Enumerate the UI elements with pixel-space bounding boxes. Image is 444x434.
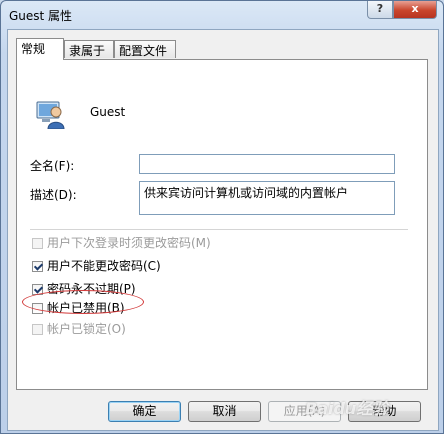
user-icon — [36, 101, 65, 129]
close-icon: x — [411, 2, 419, 15]
help-title-button[interactable]: ? — [367, 1, 393, 19]
tab-profile[interactable]: 配置文件 — [114, 40, 176, 58]
dialog-client-area: 常规 隶属于 配置文件 Guest 全名(F): 描述(D): 供来宾访问计算机… — [7, 29, 439, 431]
checkbox-label: 用户下次登录时须更改密码(M) — [47, 236, 211, 250]
checkbox-box[interactable] — [32, 324, 43, 335]
checkbox-label: 密码永不过期(P) — [47, 282, 136, 296]
checkbox-cannot-change-password[interactable]: 用户不能更改密码(C) — [32, 257, 161, 273]
checkbox-must-change-password[interactable]: 用户下次登录时须更改密码(M) — [32, 234, 211, 250]
ok-button[interactable]: 确定 — [108, 401, 181, 422]
cancel-button[interactable]: 取消 — [188, 401, 261, 422]
description-field[interactable]: 供来宾访问计算机或访问域的内置帐户 — [139, 181, 395, 215]
checkbox-account-disabled[interactable]: 帐户已禁用(B) — [32, 299, 125, 315]
checkbox-box[interactable] — [32, 303, 43, 314]
checkbox-box-checked[interactable] — [32, 261, 43, 272]
user-name: Guest — [90, 105, 126, 119]
checkbox-password-never-expires[interactable]: 密码永不过期(P) — [32, 280, 136, 296]
close-button[interactable]: x — [393, 1, 437, 19]
watermark-text: Baidu经验 — [305, 399, 389, 418]
checkbox-label: 用户不能更改密码(C) — [47, 259, 161, 273]
checkbox-box-checked[interactable] — [32, 284, 43, 295]
tab-panel-general: Guest 全名(F): 描述(D): 供来宾访问计算机或访问域的内置帐户 用户… — [16, 59, 428, 390]
separator — [30, 229, 408, 230]
tab-general[interactable]: 常规 — [16, 38, 64, 60]
properties-dialog: Guest 属性 ? x 常规 隶属于 配置文件 Guest 全名(F): 描述… — [0, 0, 444, 434]
checkbox-label: 帐户已禁用(B) — [47, 301, 125, 315]
description-label: 描述(D): — [30, 188, 77, 202]
checkbox-box[interactable] — [32, 238, 43, 249]
window-title: Guest 属性 — [9, 9, 73, 23]
fullname-field[interactable] — [139, 154, 395, 174]
tab-member-of[interactable]: 隶属于 — [64, 40, 114, 58]
checkbox-label: 帐户已锁定(O) — [47, 322, 126, 336]
checkbox-account-locked[interactable]: 帐户已锁定(O) — [32, 320, 126, 336]
fullname-label: 全名(F): — [30, 159, 75, 173]
title-bar[interactable]: Guest 属性 ? x — [1, 1, 443, 29]
